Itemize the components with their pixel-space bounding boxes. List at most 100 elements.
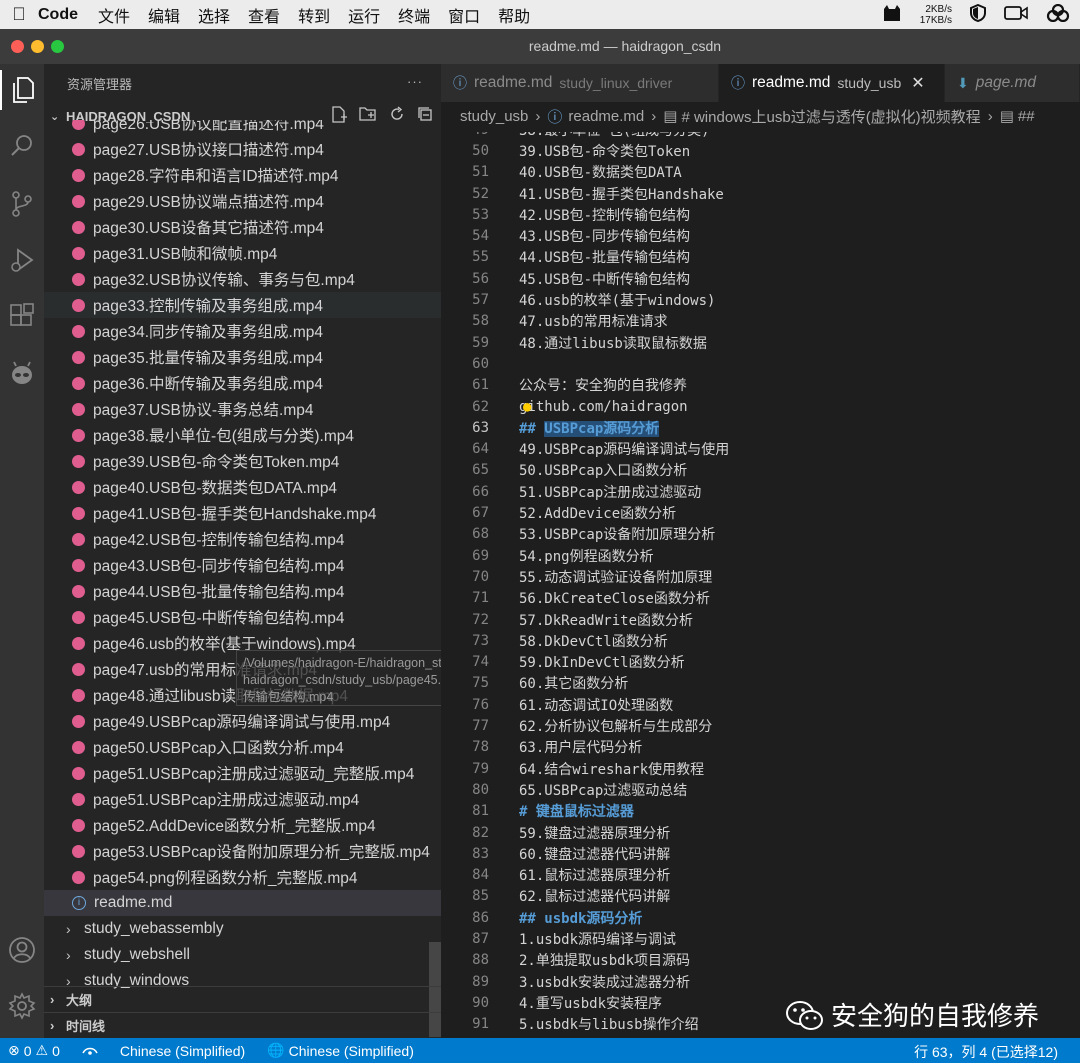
menu-window[interactable]: 窗口 [448,3,480,27]
list-item[interactable]: page51.USBPcap注册成过滤驱动.mp4 [44,786,441,812]
list-item[interactable]: page43.USB包-同步传输包结构.mp4 [44,552,441,578]
list-item[interactable]: page44.USB包-批量传输包结构.mp4 [44,578,441,604]
alien-extension-icon[interactable] [0,354,44,394]
list-item[interactable]: page34.同步传输及事务组成.mp4 [44,318,441,344]
source-control-icon[interactable] [0,184,44,224]
cat-icon[interactable] [882,4,902,25]
list-item[interactable]: page42.USB包-控制传输包结构.mp4 [44,526,441,552]
live-share-icon[interactable] [82,1045,98,1057]
breadcrumb-subheading[interactable]: ## [1018,108,1035,125]
code-line[interactable]: 78 63.用户层代码分析 [441,737,1080,758]
code-line[interactable]: 73 58.DkDevCtl函数分析 [441,630,1080,651]
tab-readme-study-usb[interactable]: ⓘ readme.md study_usb ✕ [719,64,945,102]
list-item[interactable]: page31.USB帧和微帧.mp4 [44,240,441,266]
code-line[interactable]: 59 48.通过libusb读取鼠标数据 [441,332,1080,353]
code-line[interactable]: 83 60.键盘过滤器代码讲解 [441,843,1080,864]
code-line[interactable]: 57 46.usb的枚举(基于windows) [441,289,1080,310]
code-line[interactable]: 79 64.结合wireshark使用教程 [441,758,1080,779]
list-item[interactable]: page52.AddDevice函数分析_完整版.mp4 [44,812,441,838]
code-line[interactable]: 67 52.AddDevice函数分析 [441,502,1080,523]
code-editor[interactable]: 49 38.最小单位-包(组成与分类) 50 39.USB包-命令类包Token 51 4… [441,132,1080,1038]
code-line[interactable]: 74 59.DkInDevCtl函数分析 [441,652,1080,673]
list-item[interactable]: page35.批量传输及事务组成.mp4 [44,344,441,370]
run-debug-icon[interactable] [0,240,44,280]
list-item[interactable]: page40.USB包-数据类包DATA.mp4 [44,474,441,500]
code-line[interactable]: 77 62.分析协议包解析与生成部分 [441,715,1080,736]
list-item[interactable]: page49.USBPcap源码编译调试与使用.mp4 [44,708,441,734]
menu-file[interactable]: 文件 [98,3,130,27]
code-line[interactable]: 76 61.动态调试IO处理函数 [441,694,1080,715]
tab-readme-linux-driver[interactable]: ⓘ readme.md study_linux_driver [441,64,719,102]
explorer-more-button[interactable]: ··· [407,74,423,89]
folder-item[interactable]: › study_webassembly [44,916,441,942]
list-item[interactable]: page41.USB包-握手类包Handshake.mp4 [44,500,441,526]
menu-view[interactable]: 查看 [248,3,280,27]
code-line[interactable]: 65 50.USBPcap入口函数分析 [441,460,1080,481]
breadcrumb-folder[interactable]: study_usb [460,108,528,125]
app-name-menu[interactable]: Code [38,6,78,24]
code-line[interactable]: 72 57.DkReadWrite函数分析 [441,609,1080,630]
code-line[interactable]: 60 [441,353,1080,374]
code-line[interactable]: 55 44.USB包-批量传输包结构 [441,247,1080,268]
breadcrumb-file[interactable]: readme.md [568,108,644,125]
code-line[interactable]: 49 38.最小单位-包(组成与分类) [441,132,1080,140]
list-item[interactable]: page27.USB协议接口描述符.mp4 [44,136,441,162]
settings-gear-icon[interactable] [0,986,44,1026]
extensions-icon[interactable] [0,296,44,336]
code-line[interactable]: 82 59.键盘过滤器原理分析 [441,822,1080,843]
language-selector-2[interactable]: 🌐 Chinese (Simplified) [267,1042,414,1059]
menu-go[interactable]: 转到 [298,3,330,27]
code-line[interactable]: 54 43.USB包-同步传输包结构 [441,226,1080,247]
code-line[interactable]: 66 51.USBPcap注册成过滤驱动 [441,481,1080,502]
code-line[interactable]: 87 1.usbdk源码编译与调试 [441,928,1080,949]
search-icon[interactable] [0,126,44,166]
list-item[interactable]: page30.USB设备其它描述符.mp4 [44,214,441,240]
menu-terminal[interactable]: 终端 [398,3,430,27]
code-line[interactable]: 50 39.USB包-命令类包Token [441,140,1080,161]
code-line[interactable]: 53 42.USB包-控制传输包结构 [441,204,1080,225]
menu-edit[interactable]: 编辑 [148,3,180,27]
language-selector-1[interactable]: Chinese (Simplified) [120,1043,245,1059]
outline-section[interactable]: › 大纲 [44,986,441,1012]
code-line[interactable]: 89 3.usbdk安装成过滤器分析 [441,971,1080,992]
code-line[interactable]: 61 公众号：安全狗的自我修养 [441,375,1080,396]
list-item[interactable]: page37.USB协议-事务总结.mp4 [44,396,441,422]
menu-help[interactable]: 帮助 [498,3,530,27]
folder-item[interactable]: › study_webshell [44,942,441,968]
code-line[interactable]: 86 ## usbdk源码分析 [441,907,1080,928]
code-line[interactable]: 52 41.USB包-握手类包Handshake [441,183,1080,204]
screen-record-icon[interactable] [1004,5,1028,24]
list-item[interactable]: page28.字符串和语言ID描述符.mp4 [44,162,441,188]
network-speed[interactable]: 2KB/s 17KB/s [920,4,952,26]
code-line[interactable]: 84 61.鼠标过滤器原理分析 [441,865,1080,886]
close-icon[interactable]: ✕ [911,73,924,93]
apple-icon[interactable]:  [0,4,38,25]
timeline-section[interactable]: › 时间线 [44,1012,441,1038]
list-item[interactable]: page36.中断传输及事务组成.mp4 [44,370,441,396]
code-line[interactable]: 75 60.其它函数分析 [441,673,1080,694]
cursor-position[interactable]: 行 63，列 4 (已选择12) [914,1042,1058,1062]
code-line[interactable]: 58 47.usb的常用标准请求 [441,311,1080,332]
list-item[interactable]: page50.USBPcap入口函数分析.mp4 [44,734,441,760]
list-item[interactable]: page26.USB协议配置描述符.mp4 [44,120,441,136]
code-line[interactable]: 71 56.DkCreateClose函数分析 [441,588,1080,609]
code-line[interactable]: 51 40.USB包-数据类包DATA [441,162,1080,183]
list-item[interactable]: page45.USB包-中断传输包结构.mp4 [44,604,441,630]
code-line[interactable]: 85 62.鼠标过滤器代码讲解 [441,886,1080,907]
list-item[interactable]: page33.控制传输及事务组成.mp4 [44,292,441,318]
code-line[interactable]: 62 github.com/haidragon ● [441,396,1080,417]
shield-icon[interactable] [970,3,986,25]
code-line[interactable]: 80 65.USBPcap过滤驱动总结 [441,779,1080,800]
code-line[interactable]: 69 54.png例程函数分析 [441,545,1080,566]
code-line[interactable]: 56 45.USB包-中断传输包结构 [441,268,1080,289]
list-item[interactable]: page53.USBPcap设备附加原理分析_完整版.mp4 [44,838,441,864]
explorer-icon[interactable] [0,70,44,110]
cloud-link-icon[interactable] [1046,3,1070,25]
list-item[interactable]: page51.USBPcap注册成过滤驱动_完整版.mp4 [44,760,441,786]
menu-run[interactable]: 运行 [348,3,380,27]
code-line[interactable]: 68 53.USBPcap设备附加原理分析 [441,524,1080,545]
tab-page-md[interactable]: ⬇ page.md [945,64,1080,102]
problems-indicator[interactable]: ⊗ 0 ⚠ 0 [8,1042,60,1059]
list-item[interactable]: page39.USB包-命令类包Token.mp4 [44,448,441,474]
readme-file-item[interactable]: i readme.md [44,890,441,916]
